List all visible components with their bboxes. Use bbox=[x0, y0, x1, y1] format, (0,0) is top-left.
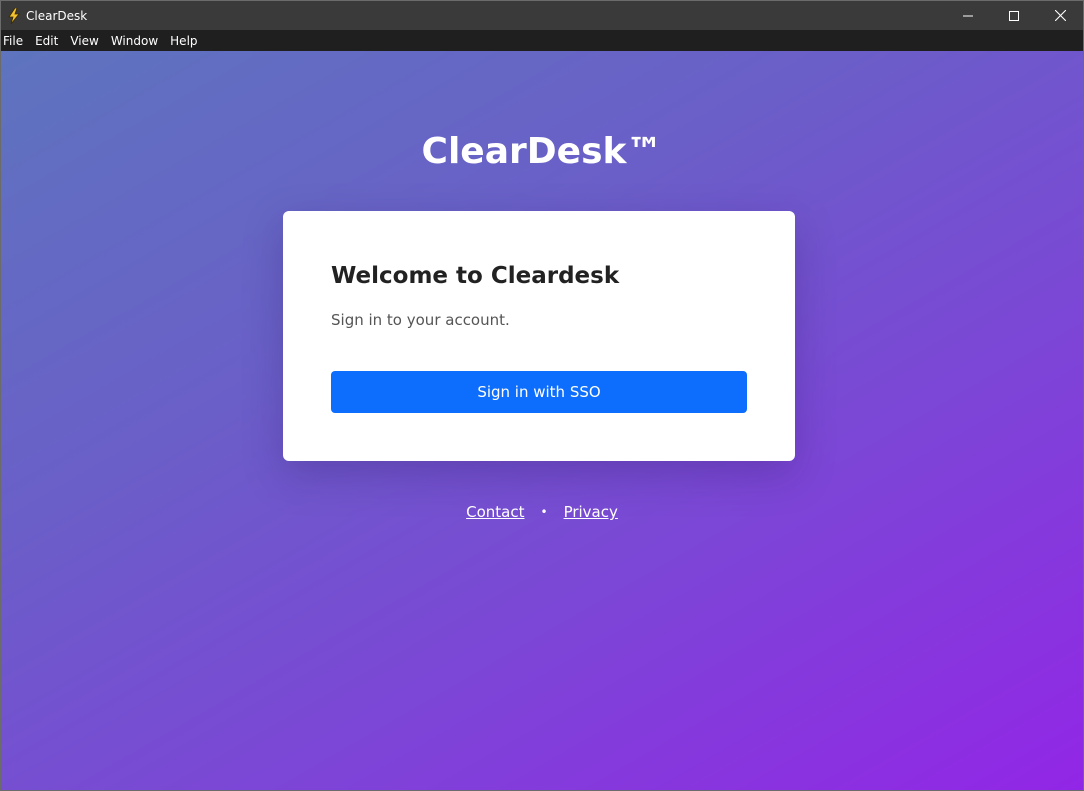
footer-separator: • bbox=[540, 505, 548, 519]
menu-bar: File Edit View Window Help bbox=[1, 30, 1083, 51]
minimize-icon bbox=[963, 15, 973, 16]
title-bar[interactable]: ClearDesk bbox=[1, 1, 1083, 30]
menu-file[interactable]: File bbox=[1, 34, 29, 48]
window-controls bbox=[945, 1, 1083, 30]
login-page: ClearDesk™ Welcome to Cleardesk Sign in … bbox=[1, 51, 1083, 790]
privacy-link[interactable]: Privacy bbox=[564, 503, 618, 521]
menu-help[interactable]: Help bbox=[167, 34, 203, 48]
brand-title: ClearDesk™ bbox=[421, 131, 663, 172]
lightning-icon bbox=[5, 7, 23, 25]
menu-window[interactable]: Window bbox=[108, 34, 164, 48]
close-button[interactable] bbox=[1037, 1, 1083, 30]
login-card: Welcome to Cleardesk Sign in to your acc… bbox=[283, 211, 795, 461]
contact-link[interactable]: Contact bbox=[466, 503, 524, 521]
card-subtitle: Sign in to your account. bbox=[331, 311, 510, 329]
app-window: ClearDesk File Edit View Window Help Cle… bbox=[0, 0, 1084, 791]
footer-links: Contact • Privacy bbox=[1, 503, 1083, 521]
maximize-icon bbox=[1009, 10, 1019, 21]
sso-sign-in-button[interactable]: Sign in with SSO bbox=[331, 371, 747, 413]
close-icon bbox=[1054, 10, 1066, 21]
minimize-button[interactable] bbox=[945, 1, 991, 30]
maximize-button[interactable] bbox=[991, 1, 1037, 30]
card-title: Welcome to Cleardesk bbox=[331, 263, 620, 289]
menu-edit[interactable]: Edit bbox=[32, 34, 64, 48]
menu-view[interactable]: View bbox=[67, 34, 104, 48]
window-title: ClearDesk bbox=[26, 8, 88, 23]
